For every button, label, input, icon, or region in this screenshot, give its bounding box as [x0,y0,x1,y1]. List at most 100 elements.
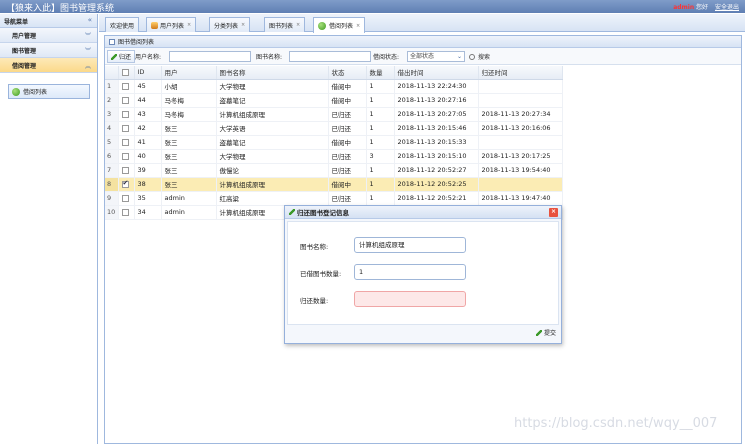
row-number: 5 [105,135,119,150]
collapse-sidebar-icon[interactable]: « [88,16,92,24]
row-checkbox-cell[interactable] [118,191,135,206]
cell-book: 大学英语 [216,121,329,136]
return-quantity-field[interactable] [354,291,466,307]
table-row-selected[interactable]: 8 38 张三 计算机组成原理 借阅中 1 2018-11-12 20:52:2… [105,177,563,192]
borrowed-quantity-label: 已借图书数量: [300,270,342,278]
checkbox[interactable] [121,110,129,118]
row-number: 8 [105,177,119,192]
return-button[interactable]: 归还 [107,50,136,63]
app-header: 【狼来入此】图书管理系统 admin 您好 安全退出 [0,0,745,14]
row-checkbox-cell[interactable] [118,163,135,178]
book-name-field[interactable]: 计算机组成原理 [354,237,466,253]
close-icon[interactable]: × [549,208,558,217]
sidebar-item-borrow-list[interactable]: 借阅列表 [8,84,90,99]
cell-borrow-time: 2018-11-13 20:27:16 [394,93,479,108]
table-row[interactable]: 5 41 张三 盗墓笔记 借阅中 1 2018-11-13 20:15:33 [105,135,563,150]
row-checkbox-cell[interactable] [118,205,135,220]
pencil-icon [111,53,117,60]
column-header-id[interactable]: ID [134,66,162,80]
table-row[interactable]: 1 45 小胡 大学物理 借阅中 1 2018-11-13 22:24:30 [105,79,563,94]
tab-book-list[interactable]: 图书列表 × [264,17,306,32]
cell-status: 借阅中 [328,79,367,94]
cell-user: 小胡 [161,79,217,94]
cell-quantity: 1 [366,163,395,178]
chevron-down-icon: ⌄ [456,53,462,60]
close-icon[interactable]: × [296,22,300,28]
cell-quantity: 3 [366,149,395,164]
status-select-value: 全部状态 [410,53,435,60]
table-row[interactable]: 3 43 马冬梅 计算机组成原理 已归还 1 2018-11-13 20:27:… [105,107,563,122]
cell-quantity: 1 [366,191,395,206]
checkbox-checked[interactable] [121,179,129,188]
row-checkbox-cell[interactable] [118,177,135,192]
row-checkbox-cell[interactable] [118,107,135,122]
checkbox[interactable] [121,96,129,104]
close-icon[interactable]: × [187,22,191,28]
close-icon[interactable]: × [241,22,245,28]
column-header-book[interactable]: 图书名称 [216,66,329,80]
table-row[interactable]: 4 42 张三 大学英语 已归还 1 2018-11-13 20:15:46 2… [105,121,563,136]
column-header-borrow-time[interactable]: 借出时间 [394,66,479,80]
checkbox[interactable] [121,68,129,76]
status-select[interactable]: 全部状态 ⌄ [407,51,465,62]
checkbox[interactable] [121,166,129,174]
list-icon [318,21,326,30]
row-number: 6 [105,149,119,164]
row-checkbox-cell[interactable] [118,135,135,150]
tab-welcome[interactable]: 欢迎使用 [105,17,140,32]
tab-category-list[interactable]: 分类列表 × [209,17,251,32]
cell-status: 已归还 [328,163,367,178]
cell-user: 张三 [161,163,217,178]
close-icon[interactable]: × [356,23,360,29]
checkbox[interactable] [121,152,129,160]
row-checkbox-cell[interactable] [118,79,135,94]
chevron-up-icon: ︽ [84,63,91,70]
column-header-return-time[interactable]: 归还时间 [478,66,563,80]
logout-link[interactable]: 安全退出 [715,4,739,11]
cell-borrow-time: 2018-11-13 20:15:46 [394,121,479,136]
cell-status: 已归还 [328,107,367,122]
user-name-input[interactable] [169,51,251,62]
borrowed-quantity-field[interactable]: 1 [354,264,466,280]
row-checkbox-cell[interactable] [118,121,135,136]
checkbox[interactable] [121,208,129,216]
search-button[interactable]: 搜索 [469,52,490,61]
sidebar-group-borrow[interactable]: 借阅管理 ︽ [0,58,97,73]
checkbox[interactable] [121,82,129,90]
column-header-status[interactable]: 状态 [328,66,367,80]
column-header-quantity[interactable]: 数量 [366,66,395,80]
sidebar-item-label: 借阅列表 [23,89,48,96]
table-row[interactable]: 7 39 张三 傲慢论 已归还 1 2018-11-12 20:52:27 20… [105,163,563,178]
column-header-user[interactable]: 用户 [161,66,217,80]
select-all-header[interactable] [118,66,135,80]
book-name-input[interactable] [289,51,371,62]
cell-status: 借阅中 [328,93,367,108]
user-area: admin 您好 安全退出 [673,2,739,11]
list-icon [12,87,20,96]
submit-button[interactable]: 提交 [535,328,556,337]
cell-status: 已归还 [328,191,367,206]
sidebar-group-books[interactable]: 图书管理 ︾ [0,43,97,58]
table-row[interactable]: 6 40 张三 大学物理 已归还 3 2018-11-13 20:15:10 2… [105,149,563,164]
cell-quantity: 1 [366,107,395,122]
cell-status: 借阅中 [328,135,367,150]
row-checkbox-cell[interactable] [118,93,135,108]
cell-quantity: 1 [366,121,395,136]
table-row[interactable]: 2 44 马冬梅 盗墓笔记 借阅中 1 2018-11-13 20:27:16 [105,93,563,108]
dialog-title: 归还图书登记信息 [297,209,349,217]
tab-strip: 欢迎使用 用户列表 × 分类列表 × 图书列表 × 借阅列表 × [99,14,745,33]
row-number: 2 [105,93,119,108]
tab-borrow-list[interactable]: 借阅列表 × [313,17,366,33]
borrow-table: ID 用户 图书名称 状态 数量 借出时间 归还时间 1 45 小胡 大学物理 … [105,66,563,220]
cell-book: 大学物理 [216,149,329,164]
row-checkbox-cell[interactable] [118,149,135,164]
cell-id: 38 [134,177,162,192]
watermark: https://blog.csdn.net/wqy__007 [514,416,718,431]
table-row[interactable]: 9 35 admin 红高粱 已归还 1 2018-11-12 20:52:21… [105,191,563,206]
book-name-label: 图书名称: [256,54,283,61]
checkbox[interactable] [121,194,129,202]
sidebar-group-users[interactable]: 用户管理 ︾ [0,28,97,43]
checkbox[interactable] [121,138,129,146]
tab-user-list[interactable]: 用户列表 × [146,17,197,32]
checkbox[interactable] [121,124,129,132]
